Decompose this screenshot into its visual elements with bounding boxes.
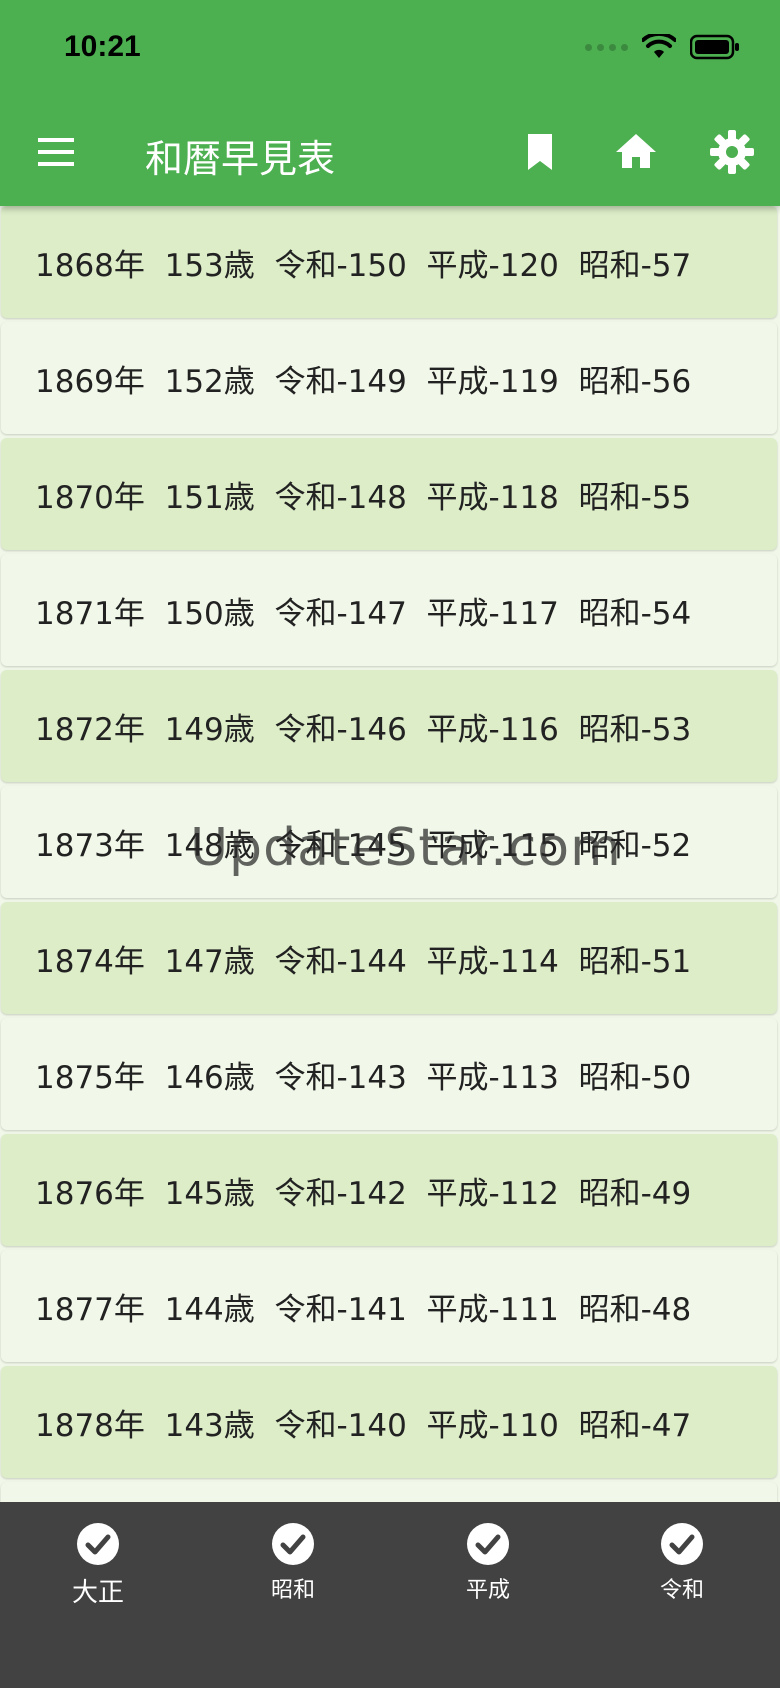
- list-item[interactable]: 1874年 147歳 令和-144 平成-114 昭和-51: [1, 902, 777, 1014]
- nav-label: 平成: [465, 1578, 510, 1603]
- list-item[interactable]: 1877年 144歳 令和-141 平成-111 昭和-48: [1, 1250, 777, 1362]
- bookmark-icon[interactable]: [516, 128, 564, 176]
- nav-item-reiwa[interactable]: 令和: [622, 1522, 742, 1604]
- list-item[interactable]: 1869年 152歳 令和-149 平成-119 昭和-56: [1, 322, 777, 434]
- nav-item-heisei[interactable]: 平成: [428, 1522, 548, 1604]
- menu-icon[interactable]: [36, 134, 76, 170]
- check-circle-icon: [467, 1523, 509, 1565]
- list-item[interactable]: 1876年 145歳 令和-142 平成-112 昭和-49: [1, 1134, 777, 1246]
- list-item[interactable]: 1870年 151歳 令和-148 平成-118 昭和-55: [1, 438, 777, 550]
- check-circle-icon: [77, 1523, 119, 1565]
- list-item[interactable]: 1875年 146歳 令和-143 平成-113 昭和-50: [1, 1018, 777, 1130]
- status-time: 10:21: [64, 30, 141, 63]
- list-item[interactable]: 1868年 153歳 令和-150 平成-120 昭和-57: [1, 206, 777, 318]
- nav-label: 大正: [71, 1578, 124, 1608]
- check-circle-icon: [272, 1523, 314, 1565]
- wifi-icon: [642, 34, 676, 58]
- nav-label: 令和: [659, 1578, 704, 1603]
- nav-label: 昭和: [270, 1578, 315, 1603]
- nav-item-showa[interactable]: 昭和: [233, 1522, 353, 1604]
- home-icon[interactable]: [612, 128, 660, 176]
- list-item[interactable]: 1878年 143歳 令和-140 平成-110 昭和-47: [1, 1366, 777, 1478]
- status-icons: [585, 34, 740, 60]
- nav-item-taisho[interactable]: 大正: [38, 1522, 158, 1609]
- signal-icon: [585, 43, 628, 51]
- app-bar: 10:21 和暦早見表: [0, 0, 780, 206]
- page-title: 和暦早見表: [145, 137, 336, 181]
- list-item[interactable]: 1872年 149歳 令和-146 平成-116 昭和-53: [1, 670, 777, 782]
- watermark: UpdateStar.com: [190, 818, 622, 878]
- settings-icon[interactable]: [708, 128, 756, 176]
- list-item[interactable]: 1871年 150歳 令和-147 平成-117 昭和-54: [1, 554, 777, 666]
- check-circle-icon: [661, 1523, 703, 1565]
- bottom-navigation: 大正 昭和 平成 令和: [0, 1502, 780, 1688]
- battery-icon: [690, 34, 739, 60]
